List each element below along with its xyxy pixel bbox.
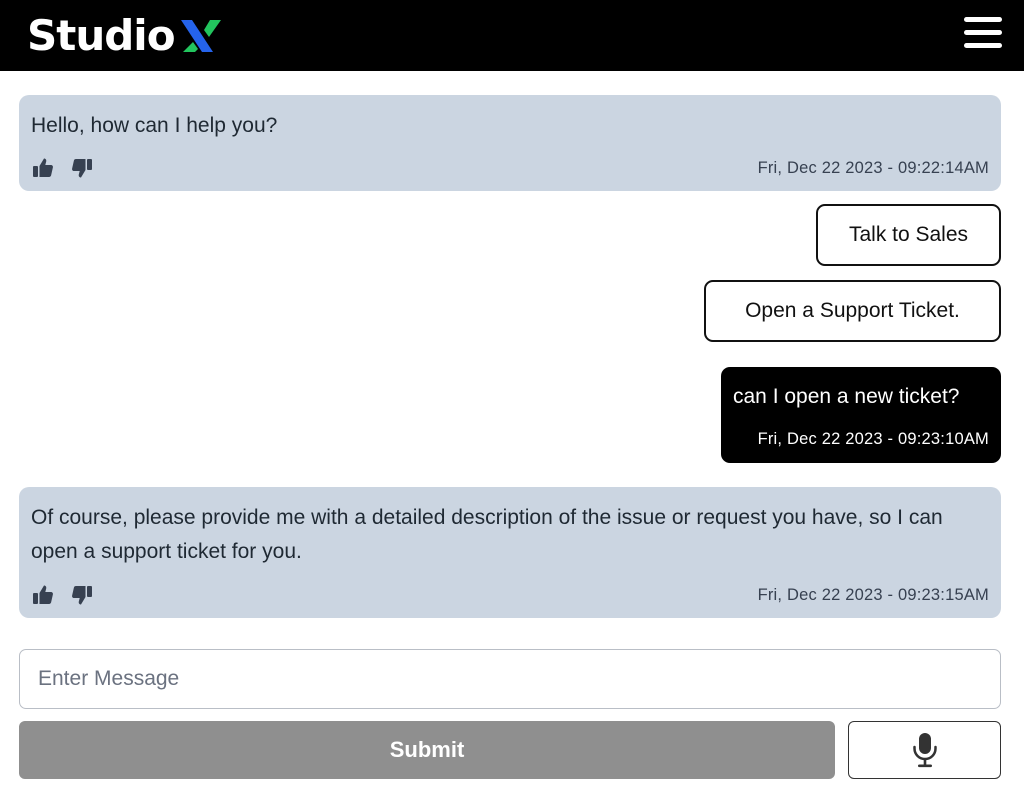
- feedback-buttons: [31, 156, 94, 180]
- user-message: can I open a new ticket? Fri, Dec 22 202…: [721, 367, 1001, 463]
- microphone-button[interactable]: [848, 721, 1001, 779]
- thumbs-down-icon[interactable]: [70, 156, 94, 180]
- studio-x-logo: Studio: [27, 12, 223, 60]
- top-bar: Studio: [0, 0, 1024, 71]
- talk-to-sales-button[interactable]: Talk to Sales: [816, 204, 1001, 266]
- hamburger-menu-icon[interactable]: [962, 14, 1004, 52]
- microphone-icon: [912, 733, 937, 768]
- message-footer: Fri, Dec 22 2023 - 09:22:14AM: [31, 155, 989, 181]
- message-timestamp: Fri, Dec 22 2023 - 09:23:15AM: [757, 585, 989, 604]
- bot-message: Of course, please provide me with a deta…: [19, 487, 1001, 618]
- bot-message-text: Hello, how can I help you?: [31, 114, 278, 137]
- logo-text: Studio: [27, 11, 176, 60]
- user-message-text: can I open a new ticket?: [733, 385, 960, 408]
- bot-message-text: Of course, please provide me with a deta…: [31, 506, 943, 563]
- thumbs-down-icon[interactable]: [70, 583, 94, 607]
- submit-button[interactable]: Submit: [19, 721, 835, 779]
- bot-message: Hello, how can I help you? Fri, Dec 22 2…: [19, 95, 1001, 191]
- message-footer: Fri, Dec 22 2023 - 09:23:15AM: [31, 582, 989, 608]
- thumbs-up-icon[interactable]: [31, 156, 55, 180]
- open-support-ticket-button[interactable]: Open a Support Ticket.: [704, 280, 1001, 342]
- thumbs-up-icon[interactable]: [31, 583, 55, 607]
- message-timestamp: Fri, Dec 22 2023 - 09:22:14AM: [757, 158, 989, 177]
- message-input[interactable]: [19, 649, 1001, 709]
- logo-x-mark: [180, 20, 221, 52]
- message-timestamp: Fri, Dec 22 2023 - 09:23:10AM: [757, 430, 989, 448]
- feedback-buttons: [31, 583, 94, 607]
